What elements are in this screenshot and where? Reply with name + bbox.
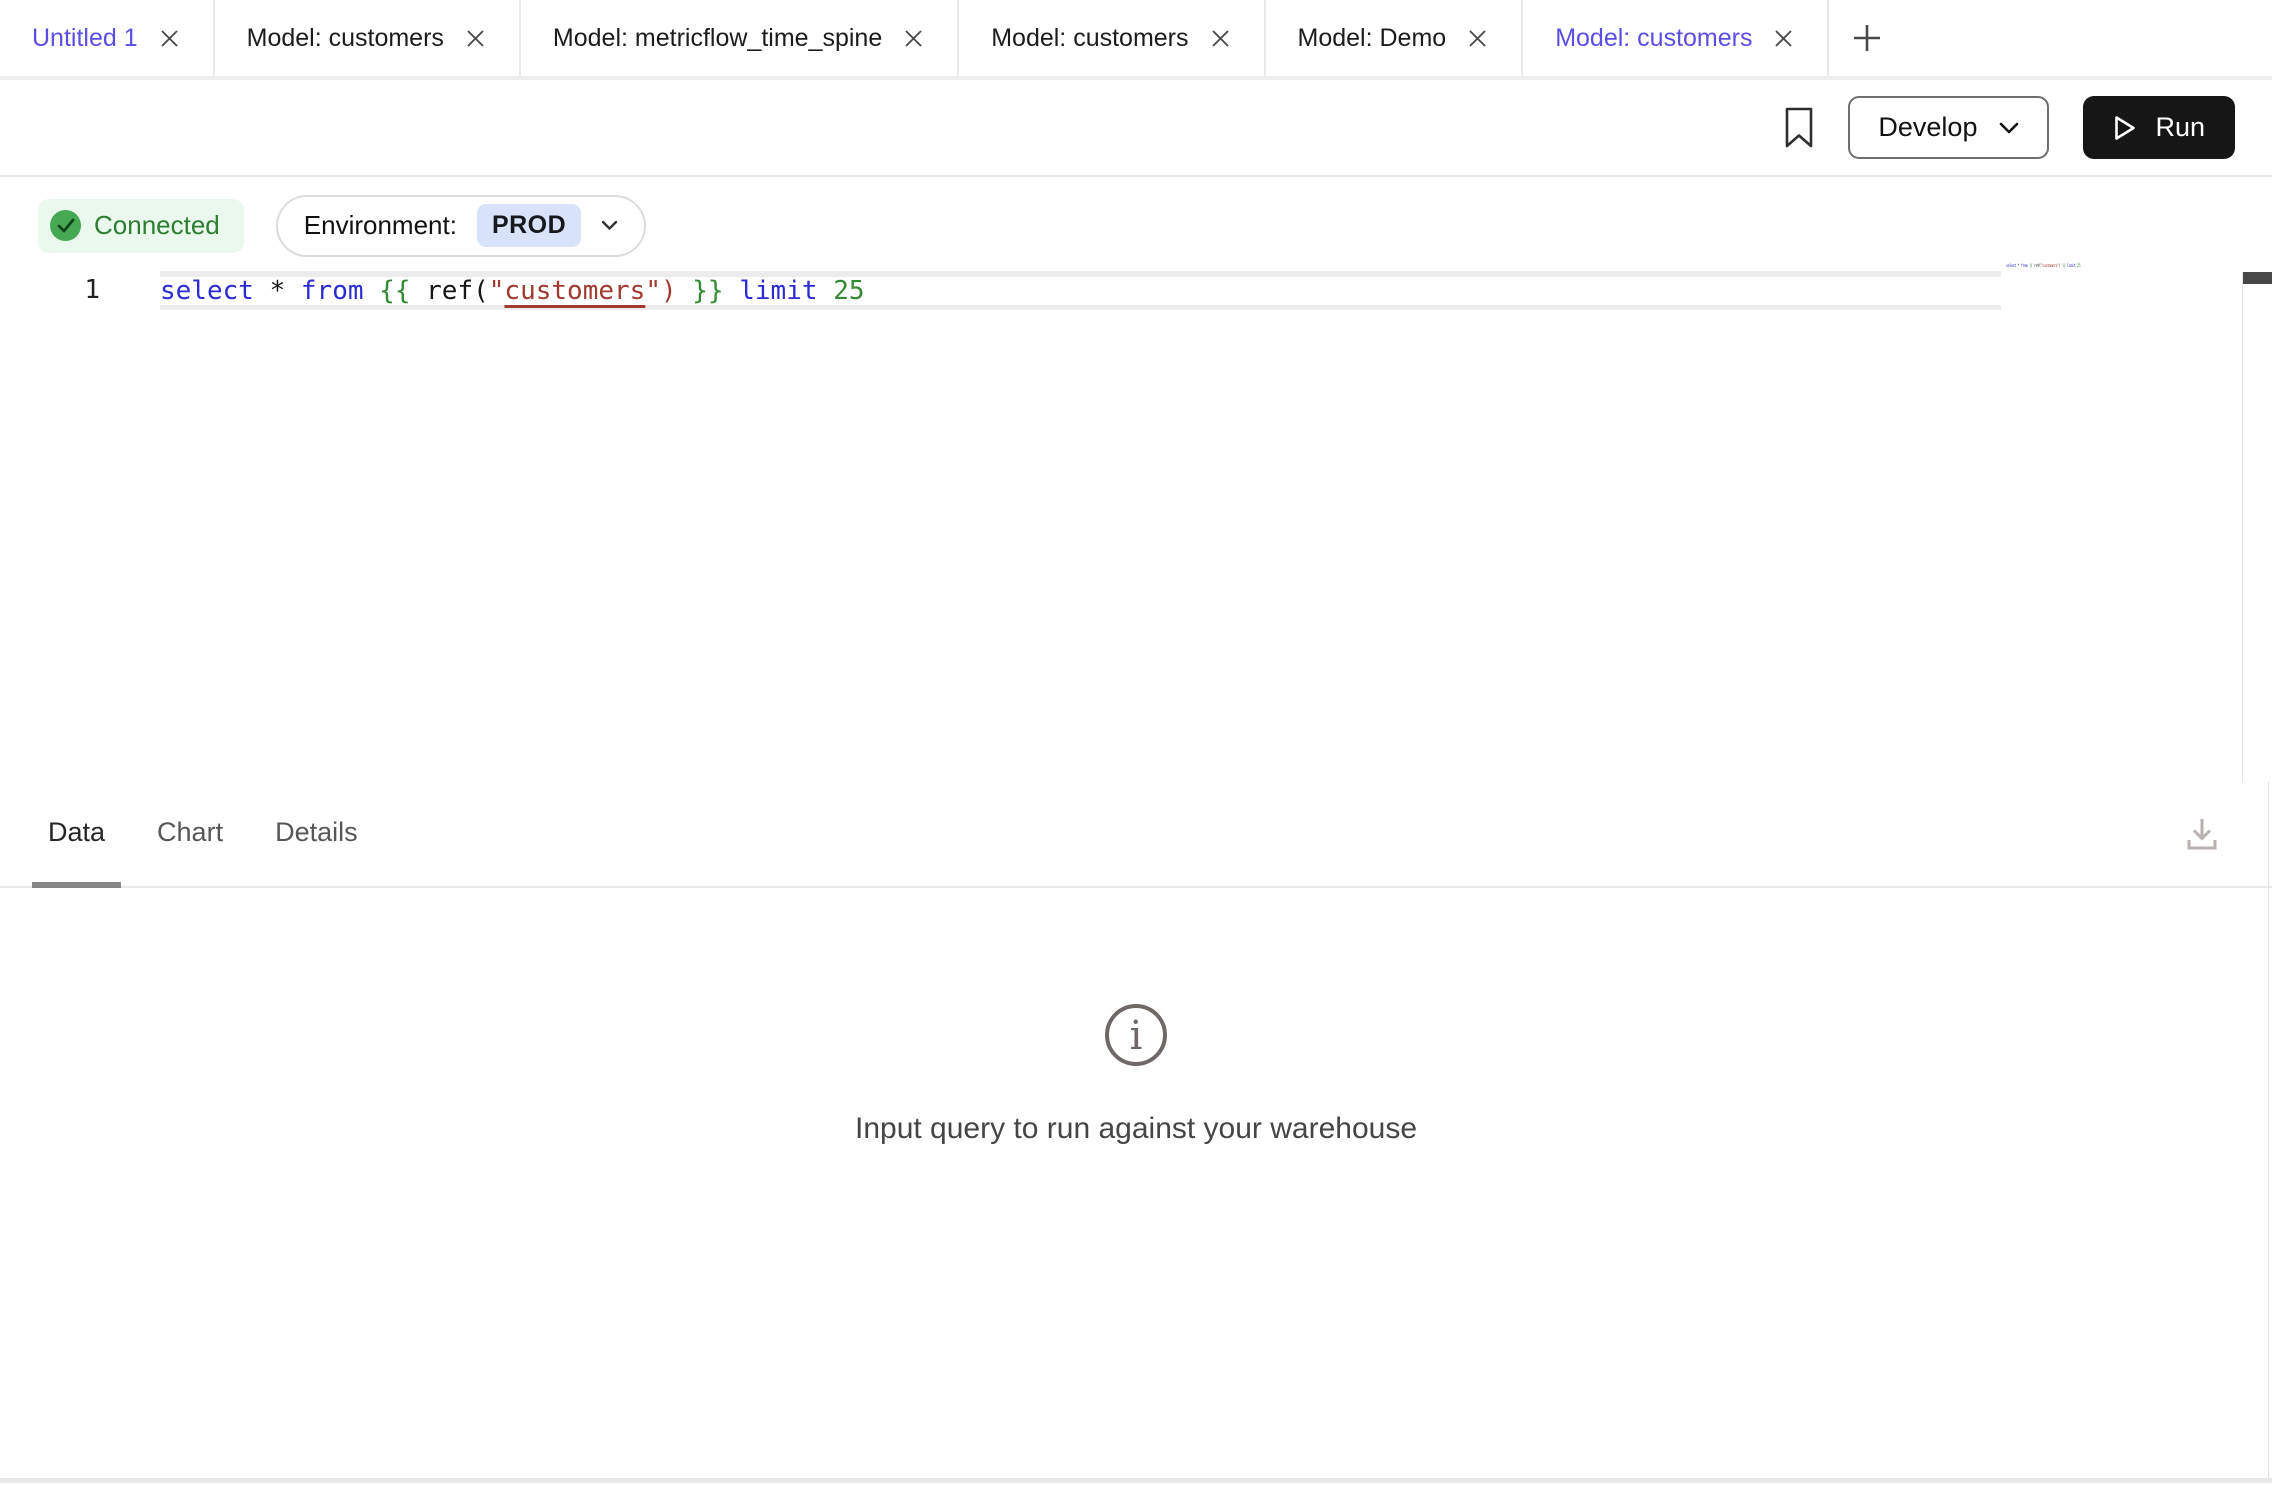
- environment-value-chip: PROD: [477, 204, 581, 247]
- tab-close-icon[interactable]: [1772, 27, 1795, 50]
- editor-tab[interactable]: Model: metricflow_time_spine: [521, 0, 959, 76]
- scrollbar-thumb[interactable]: [2243, 272, 2272, 284]
- toolbar: Develop Run: [0, 80, 2272, 177]
- editor-status-row: Connected Environment: PROD: [0, 177, 2272, 257]
- download-results-button[interactable]: [2182, 814, 2222, 857]
- info-icon: i: [1103, 1002, 1169, 1068]
- results-tab-strip: DataChartDetails: [32, 782, 374, 886]
- code-token-plain: [364, 276, 380, 306]
- code-token-jinja: {{: [379, 276, 410, 306]
- code-token-string-link[interactable]: customers: [504, 276, 645, 306]
- code-token-string: ": [489, 276, 505, 306]
- window-bottom-border: [0, 1478, 2272, 1483]
- sql-editor-pane: Connected Environment: PROD 1 select * f…: [0, 177, 2272, 782]
- tab-label: Model: Demo: [1298, 24, 1447, 53]
- develop-label: Develop: [1878, 112, 1977, 143]
- editor-tab[interactable]: Model: Demo: [1266, 0, 1524, 76]
- tab-label: Model: customers: [247, 24, 444, 53]
- editor-tab[interactable]: Model: customers: [215, 0, 521, 76]
- code-token-keyword: select: [160, 276, 254, 306]
- empty-state-message: Input query to run against your warehous…: [855, 1112, 1417, 1146]
- code-token-plain: [818, 276, 834, 306]
- ide-window: Untitled 1 Model: customers Model: metricf…: [0, 0, 2272, 1486]
- code-editor[interactable]: 1 select * from {{ ref("customers") }} l…: [0, 271, 2272, 310]
- panel-right-border: [2268, 782, 2269, 1478]
- environment-label: Environment:: [304, 210, 457, 241]
- code-token-string: "): [645, 276, 676, 306]
- editor-tab[interactable]: Untitled 1: [0, 0, 215, 76]
- tab-label: Model: customers: [991, 24, 1188, 53]
- download-icon: [2182, 814, 2222, 854]
- play-icon: [2113, 115, 2137, 141]
- editor-tab[interactable]: Model: customers: [959, 0, 1265, 76]
- tab-close-icon[interactable]: [158, 27, 181, 50]
- bookmark-button[interactable]: [1784, 107, 1814, 149]
- results-tab-chart[interactable]: Chart: [141, 782, 239, 888]
- plus-icon: [1850, 21, 1884, 55]
- connected-label: Connected: [94, 210, 220, 241]
- results-panel: DataChartDetails i Input query to run ag…: [0, 782, 2272, 1486]
- connected-check-icon: [50, 210, 81, 241]
- svg-text:i: i: [1130, 1013, 1143, 1059]
- code-token-string-link[interactable]: customers: [2042, 263, 2057, 268]
- tab-label: Model: customers: [1555, 24, 1752, 53]
- editor-tab[interactable]: Model: customers: [1523, 0, 1829, 76]
- results-tab-bar: DataChartDetails: [0, 782, 2272, 888]
- connection-status-badge: Connected: [38, 199, 244, 253]
- code-token-number: 25: [833, 276, 864, 306]
- environment-selector[interactable]: Environment: PROD: [276, 195, 646, 257]
- chevron-down-icon: [1999, 122, 2019, 134]
- code-token-plain: [254, 276, 270, 306]
- new-tab-button[interactable]: [1829, 0, 1905, 76]
- code-token-plain: [677, 276, 693, 306]
- line-number-gutter: 1: [0, 271, 160, 310]
- code-token-keyword: limit: [739, 276, 817, 306]
- develop-dropdown-button[interactable]: Develop: [1848, 96, 2049, 159]
- editor-minimap[interactable]: select * from {{ ref("customers") }} lim…: [2006, 263, 2113, 268]
- code-token-plain: [724, 276, 740, 306]
- tab-label: Model: metricflow_time_spine: [553, 24, 882, 53]
- results-empty-state: i Input query to run against your wareho…: [0, 1002, 2272, 1146]
- tab-close-icon[interactable]: [902, 27, 925, 50]
- code-token-keyword: from: [301, 276, 364, 306]
- code-token-plain: ref(: [410, 276, 488, 306]
- code-token-number: 25: [2077, 263, 2080, 268]
- tab-close-icon[interactable]: [1209, 27, 1232, 50]
- code-line-1[interactable]: select * from {{ ref("customers") }} lim…: [160, 271, 2001, 310]
- tab-strip: Untitled 1 Model: customers Model: metricf…: [0, 0, 1829, 76]
- code-token-keyword: select: [2006, 263, 2016, 268]
- chevron-down-icon: [601, 220, 618, 231]
- code-token-plain: [285, 276, 301, 306]
- bookmark-icon: [1784, 107, 1814, 149]
- run-label: Run: [2155, 112, 2205, 143]
- tab-close-icon[interactable]: [1466, 27, 1489, 50]
- editor-scrollbar[interactable]: [2242, 272, 2272, 782]
- code-token-plain: ref(: [2032, 263, 2040, 268]
- code-token-jinja: }}: [692, 276, 723, 306]
- tab-close-icon[interactable]: [464, 27, 487, 50]
- tab-label: Untitled 1: [32, 24, 138, 53]
- code-token-plain: *: [270, 276, 286, 306]
- editor-tab-bar: Untitled 1 Model: customers Model: metricf…: [0, 0, 2272, 80]
- results-tab-data[interactable]: Data: [32, 782, 121, 888]
- results-tab-details[interactable]: Details: [259, 782, 374, 888]
- run-button[interactable]: Run: [2083, 96, 2235, 159]
